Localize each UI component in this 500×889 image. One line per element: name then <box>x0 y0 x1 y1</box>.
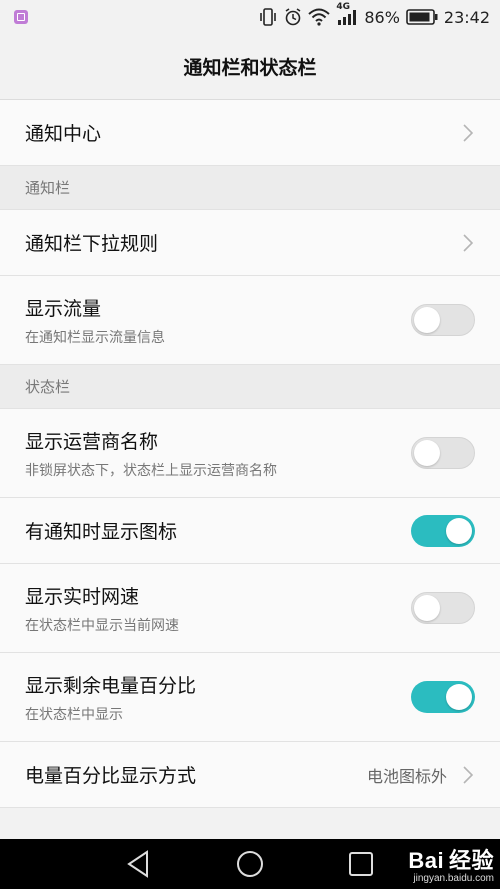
toggle-knob <box>446 517 472 544</box>
settings-list: 通知中心 通知栏 通知栏下拉规则 显示流量 在通知栏显示流量信息 状态栏 显示运… <box>0 100 500 808</box>
show-carrier-row: 显示运营商名称 非锁屏状态下，状态栏上显示运营商名称 <box>0 409 500 498</box>
toggle-knob <box>446 684 472 710</box>
show-traffic-toggle[interactable] <box>411 304 475 336</box>
gallery-notification-icon <box>14 10 28 24</box>
show-carrier-toggle[interactable] <box>411 437 475 469</box>
battery-percent-label: 显示剩余电量百分比 <box>25 674 197 697</box>
signal-icon: 4G <box>336 2 358 26</box>
show-traffic-description: 在通知栏显示流量信息 <box>25 329 165 346</box>
battery-percent-toggle[interactable] <box>411 681 475 713</box>
status-bar: 4G 86% 23:42 <box>0 0 500 34</box>
page-title: 通知栏和状态栏 <box>183 57 317 79</box>
notification-center-row[interactable]: 通知中心 <box>0 100 500 166</box>
show-carrier-description: 非锁屏状态下，状态栏上显示运营商名称 <box>25 462 277 479</box>
network-speed-description: 在状态栏中显示当前网速 <box>25 617 179 634</box>
network-speed-toggle[interactable] <box>411 592 475 624</box>
battery-percent: 86% <box>364 7 400 27</box>
battery-percent-row: 显示剩余电量百分比 在状态栏中显示 <box>0 653 500 742</box>
show-traffic-row: 显示流量 在通知栏显示流量信息 <box>0 276 500 365</box>
show-carrier-label: 显示运营商名称 <box>25 430 159 453</box>
toggle-knob <box>414 440 440 466</box>
notif-icons-row: 有通知时显示图标 <box>0 498 500 564</box>
pulldown-rules-label: 通知栏下拉规则 <box>25 233 159 255</box>
toggle-knob <box>414 595 440 621</box>
network-speed-row: 显示实时网速 在状态栏中显示当前网速 <box>0 564 500 653</box>
wifi-icon <box>308 8 330 26</box>
notif-icons-toggle[interactable] <box>411 514 475 547</box>
vibrate-icon <box>258 8 278 26</box>
network-type: 4G <box>336 2 350 12</box>
watermark-url: jingyan.baidu.com <box>413 873 494 884</box>
section-header-notification-bar: 通知栏 <box>0 166 500 210</box>
battery-icon <box>406 9 438 25</box>
battery-display-mode-value: 电池图标外 <box>366 766 447 786</box>
section-title: 状态栏 <box>25 378 71 396</box>
home-icon[interactable] <box>235 849 265 879</box>
battery-display-mode-label: 电量百分比显示方式 <box>25 765 197 787</box>
alarm-icon <box>284 8 302 26</box>
show-traffic-label: 显示流量 <box>25 297 102 320</box>
chevron-right-icon <box>463 233 474 252</box>
chevron-right-icon <box>463 765 474 784</box>
notif-icons-label: 有通知时显示图标 <box>25 521 178 543</box>
section-title: 通知栏 <box>25 179 71 197</box>
baidu-jingyan-watermark: Bai 经验 jingyan.baidu.com <box>408 843 494 884</box>
back-icon[interactable] <box>125 849 153 879</box>
recents-icon[interactable] <box>348 851 374 877</box>
page-title-bar: 通知栏和状态栏 <box>0 34 500 100</box>
battery-display-mode-row[interactable]: 电量百分比显示方式 电池图标外 <box>0 742 500 808</box>
chevron-right-icon <box>463 123 474 142</box>
battery-percent-description: 在状态栏中显示 <box>25 706 123 723</box>
network-speed-label: 显示实时网速 <box>25 585 140 608</box>
section-header-status-bar: 状态栏 <box>0 365 500 409</box>
notification-center-label: 通知中心 <box>25 123 102 145</box>
watermark-logo: Bai 经验 <box>408 848 494 873</box>
pulldown-rules-row[interactable]: 通知栏下拉规则 <box>0 210 500 276</box>
toggle-knob <box>414 307 440 333</box>
clock: 23:42 <box>443 7 490 27</box>
